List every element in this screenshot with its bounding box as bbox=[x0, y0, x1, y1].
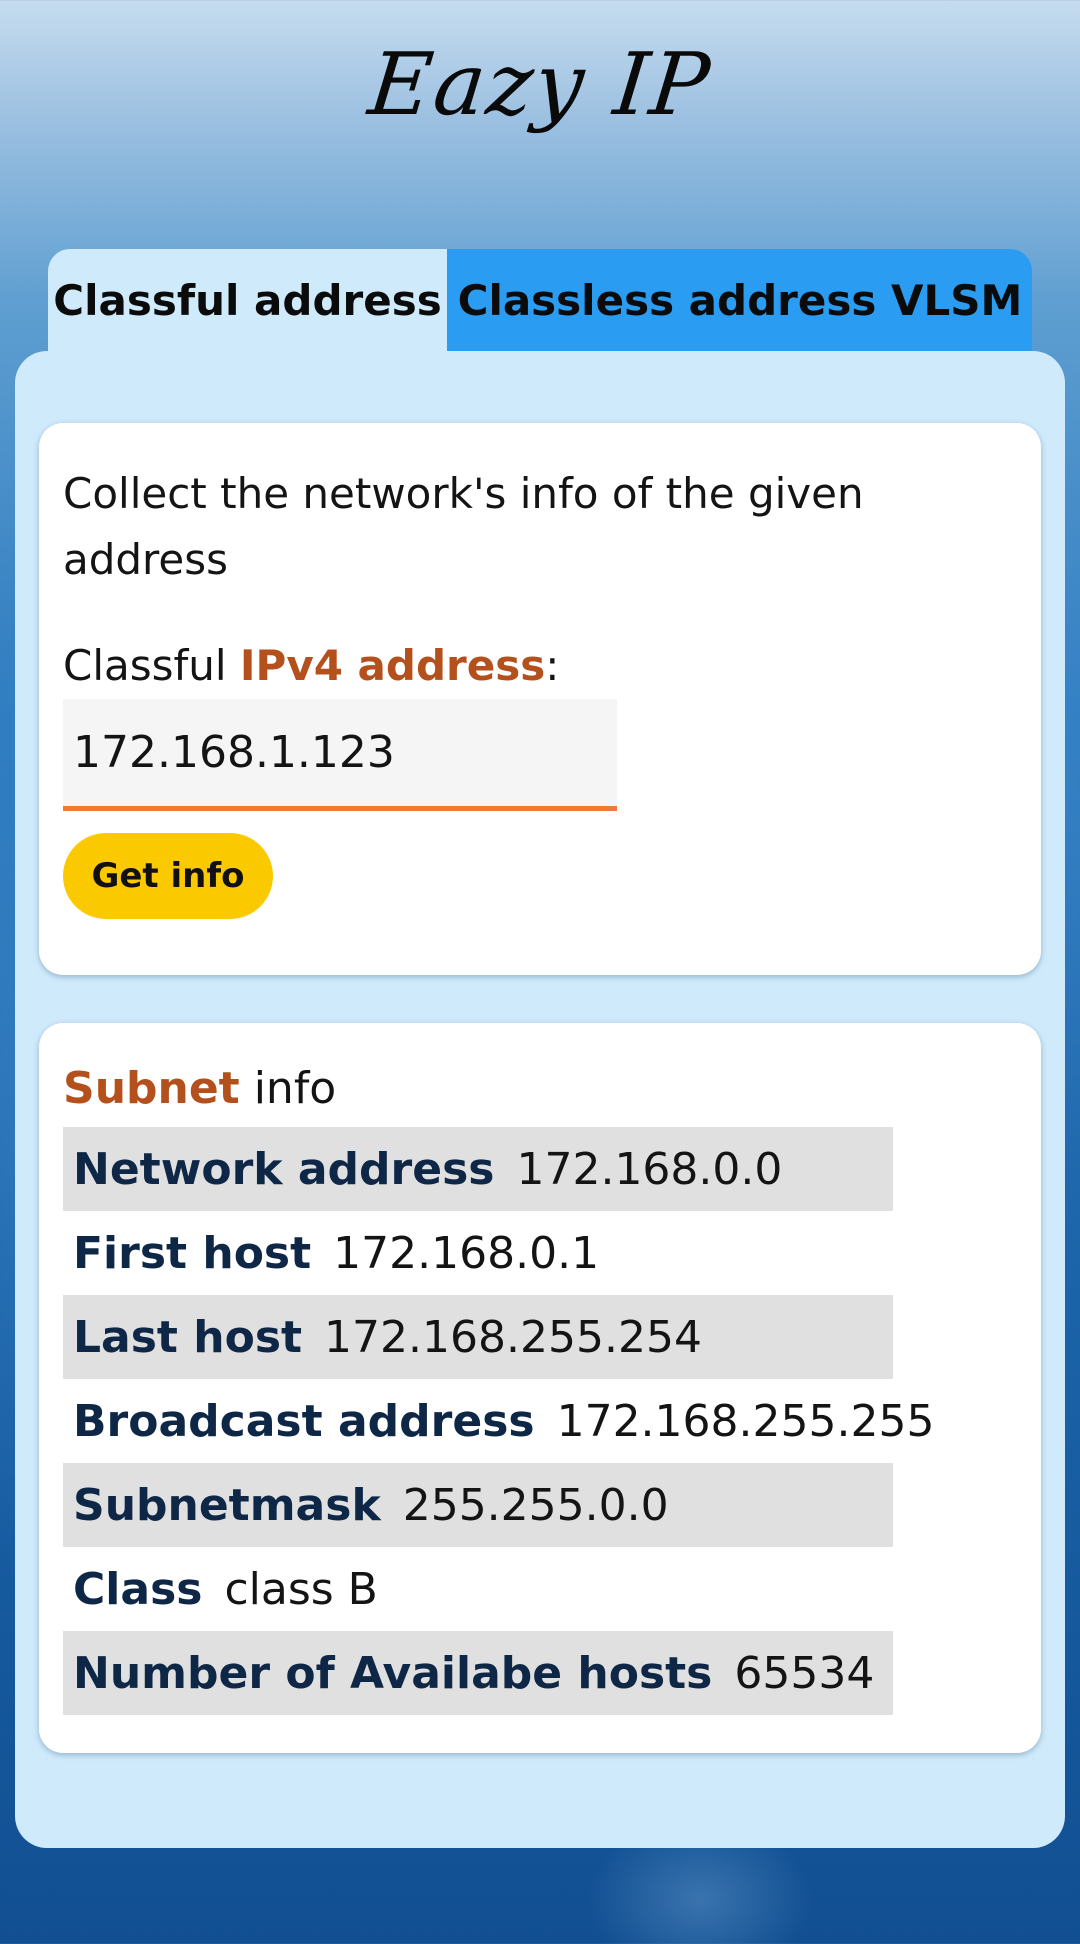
table-row-subnetmask: Subnetmask 255.255.0.0 bbox=[63, 1463, 893, 1547]
row-value: 255.255.0.0 bbox=[402, 1479, 669, 1531]
tab-bar: Classful address Classless address VLSM bbox=[48, 249, 1032, 352]
row-key: Number of Availabe hosts bbox=[73, 1647, 713, 1699]
row-value: 65534 bbox=[734, 1647, 875, 1699]
table-row-last-host: Last host 172.168.255.254 bbox=[63, 1295, 893, 1379]
intro-text: Collect the network's info of the given … bbox=[63, 469, 864, 584]
table-row-class: Class class B bbox=[63, 1547, 893, 1631]
subnet-title-highlight: Subnet bbox=[63, 1063, 240, 1114]
row-key: Subnetmask bbox=[73, 1479, 381, 1531]
subnet-info-card: Subnet info Network address 172.168.0.0 … bbox=[39, 1023, 1041, 1753]
row-value: 172.168.0.1 bbox=[333, 1227, 600, 1279]
table-row-available-hosts: Number of Availabe hosts 65534 bbox=[63, 1631, 893, 1715]
ip-address-input[interactable] bbox=[63, 699, 617, 811]
row-value: 172.168.255.255 bbox=[556, 1395, 935, 1447]
app-logo: Eazy IP bbox=[364, 35, 716, 135]
row-key: Class bbox=[73, 1563, 203, 1615]
subnet-title-rest: info bbox=[239, 1063, 337, 1114]
row-key: First host bbox=[73, 1227, 312, 1279]
get-info-button[interactable]: Get info bbox=[63, 833, 273, 919]
row-value: 172.168.255.254 bbox=[324, 1311, 702, 1363]
label-prefix: Classful bbox=[63, 641, 240, 690]
ip-address-label: Classful IPv4 address: bbox=[63, 641, 559, 690]
row-value: 172.168.0.0 bbox=[516, 1143, 783, 1195]
subnet-info-table: Network address 172.168.0.0 First host 1… bbox=[63, 1127, 934, 1715]
row-value: class B bbox=[224, 1563, 378, 1615]
table-row-broadcast-address: Broadcast address 172.168.255.255 bbox=[63, 1379, 934, 1463]
tab-vlsm[interactable]: VLSM bbox=[887, 249, 1032, 352]
row-key: Last host bbox=[73, 1311, 303, 1363]
table-row-first-host: First host 172.168.0.1 bbox=[63, 1211, 893, 1295]
tab-panel: Collect the network's info of the given … bbox=[15, 351, 1065, 1848]
label-highlight: IPv4 address bbox=[239, 641, 546, 690]
tab-classful-address[interactable]: Classful address bbox=[48, 249, 447, 352]
subnet-info-title: Subnet info bbox=[63, 1063, 336, 1114]
tab-classless-address[interactable]: Classless address bbox=[447, 249, 887, 352]
label-suffix: : bbox=[545, 641, 560, 690]
input-card: Collect the network's info of the given … bbox=[39, 423, 1041, 975]
row-key: Broadcast address bbox=[73, 1395, 535, 1447]
table-row-network-address: Network address 172.168.0.0 bbox=[63, 1127, 893, 1211]
row-key: Network address bbox=[73, 1143, 495, 1195]
